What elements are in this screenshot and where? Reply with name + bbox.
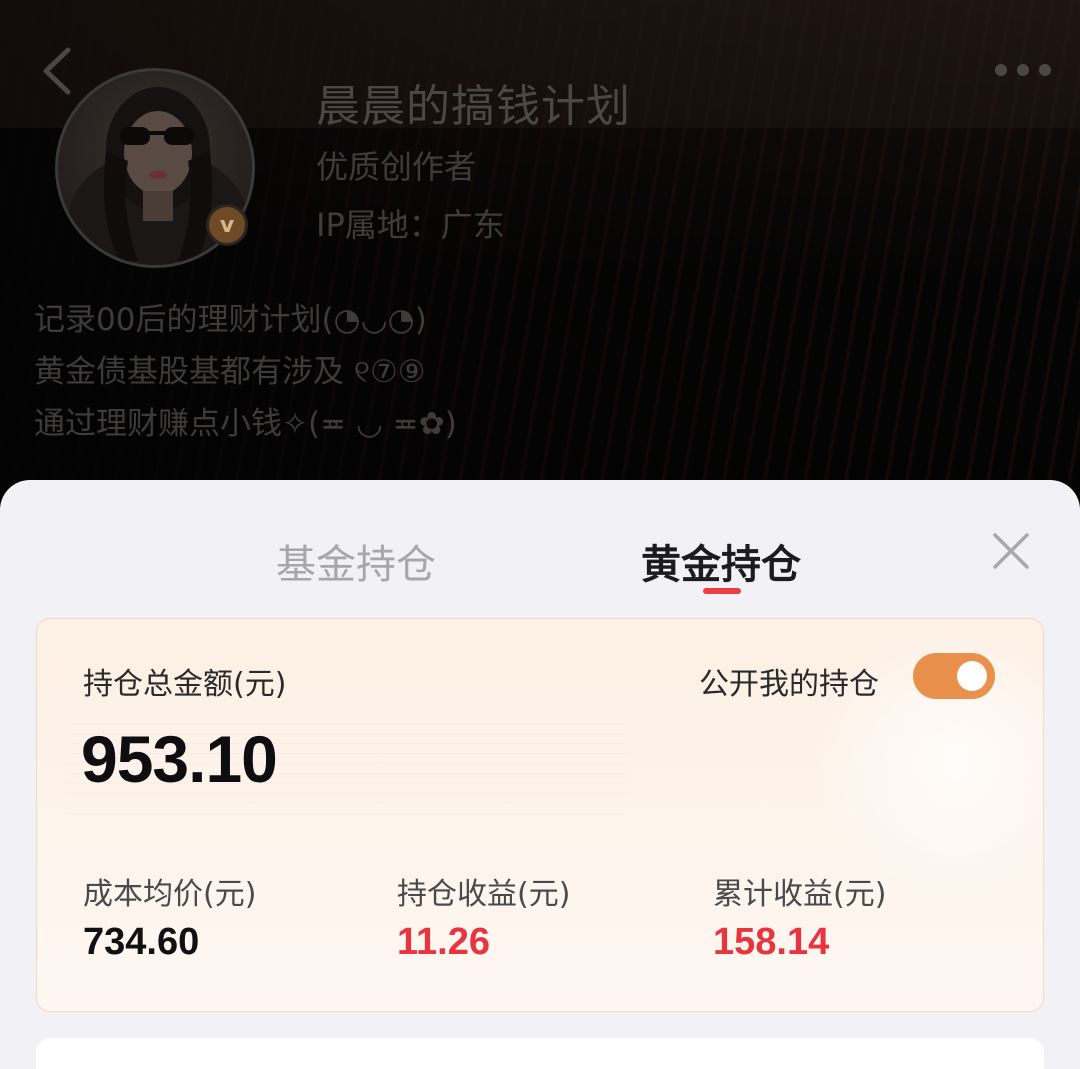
verified-badge-icon: v xyxy=(206,204,248,246)
profile-ip-location: IP属地：广东 xyxy=(316,206,505,244)
holding-profit-label: 持仓收益(元) xyxy=(397,877,571,912)
tab-fund-holdings[interactable]: 基金持仓 xyxy=(276,532,436,590)
public-holdings-toggle[interactable] xyxy=(913,653,995,699)
active-tab-indicator xyxy=(703,588,741,594)
cumulative-profit-value: 158.14 xyxy=(713,921,830,963)
public-holdings-label: 公开我的持仓 xyxy=(699,667,879,702)
profile-name: 晨晨的搞钱计划 xyxy=(316,81,631,132)
holdings-sheet: 基金持仓 黄金持仓 持仓总金额(元) 953.10 公开我的持仓 成本均价(元)… xyxy=(0,480,1080,1069)
profile-bio-line: 通过理财赚点小钱✧(≖ ◡ ≖✿) xyxy=(34,406,457,442)
profile-page: v 晨晨的搞钱计划 优质创作者 IP属地：广东 记录00后的理财计划(◔◡◔) … xyxy=(0,0,1080,1069)
tab-gold-holdings[interactable]: 黄金持仓 xyxy=(641,532,801,590)
holdings-detail-card xyxy=(36,1038,1044,1069)
gold-holdings-card: 持仓总金额(元) 953.10 公开我的持仓 成本均价(元) 734.60 持仓… xyxy=(36,618,1044,1012)
toggle-knob xyxy=(957,661,987,691)
cost-average-label: 成本均价(元) xyxy=(83,877,257,912)
more-dots-icon[interactable] xyxy=(994,62,1052,78)
close-icon[interactable] xyxy=(990,530,1032,572)
profile-role: 优质创作者 xyxy=(316,148,477,186)
holding-profit-value: 11.26 xyxy=(397,921,490,963)
total-amount-value: 953.10 xyxy=(81,722,278,796)
profile-bio-line: 黄金债基股基都有涉及 ୧⑦⑨ xyxy=(34,354,426,390)
profile-bio-line: 记录00后的理财计划(◔◡◔) xyxy=(34,302,427,338)
cumulative-profit-label: 累计收益(元) xyxy=(713,877,887,912)
cost-average-value: 734.60 xyxy=(83,921,200,963)
total-amount-label: 持仓总金额(元) xyxy=(83,667,287,702)
